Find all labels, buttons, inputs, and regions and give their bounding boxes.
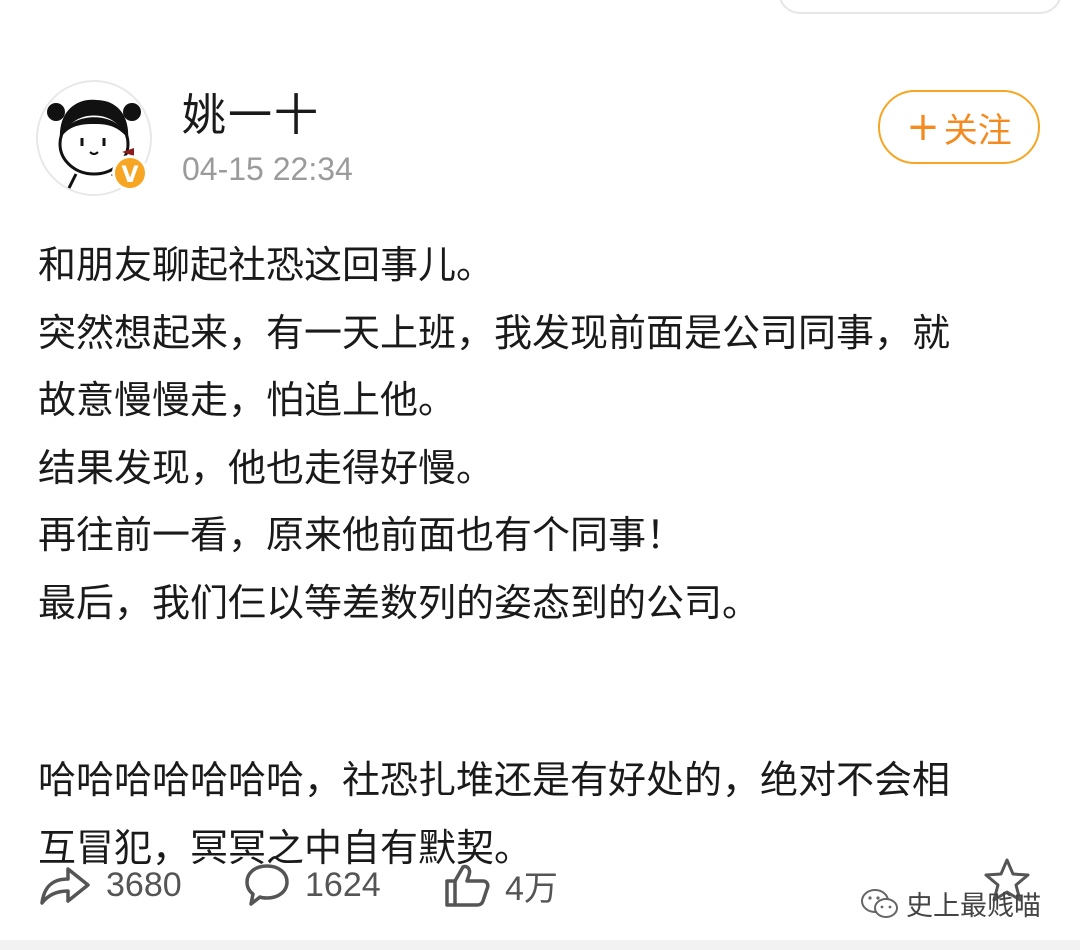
comment-count: 1624 [305, 865, 381, 904]
watermark: 史上最贱喵 [860, 884, 1041, 923]
follow-button[interactable]: + 关注 [878, 90, 1040, 164]
post-line: 结果发现，他也走得好慢。 [38, 445, 495, 490]
like-button[interactable]: 4万 [443, 850, 558, 920]
like-count: 4万 [505, 869, 558, 908]
post-line: 突然想起来，有一天上班，我发现前面是公司同事，就 [38, 310, 951, 355]
repost-button[interactable]: 3680 [38, 850, 182, 920]
post-line: 和朋友聊起社恐这回事儿。 [38, 243, 495, 287]
plus-icon: + [906, 104, 940, 150]
post-line: 哈哈哈哈哈哈哈，社恐扎堆还是有好处的，绝对不会相 [38, 758, 951, 802]
repost-count: 3680 [106, 865, 182, 904]
post-line: 最后，我们仨以等差数列的姿态到的公司。 [38, 580, 761, 625]
comment-button[interactable]: 1624 [243, 850, 381, 920]
watermark-text: 史上最贱喵 [906, 891, 1041, 922]
bottom-divider [0, 940, 1080, 950]
username[interactable]: 姚一十 [182, 88, 320, 144]
post-line: 故意慢慢走，怕追上他。 [38, 378, 457, 422]
follow-label: 关注 [943, 110, 1012, 151]
post-time: 04-15 22:34 [182, 151, 353, 187]
comment-icon [245, 864, 289, 906]
thumbs-up-icon [445, 864, 490, 907]
verified-badge-icon: V [112, 155, 148, 191]
share-icon [40, 867, 90, 905]
wechat-icon [861, 888, 898, 918]
post-line: 再往前一看，原来他前面也有个同事！ [38, 513, 685, 557]
post-content: 和朋友聊起社恐这回事儿。 突然想起来，有一天上班，我发现前面是公司同事，就 故意… [38, 232, 1058, 882]
top-search-pill[interactable] [778, 0, 1062, 14]
